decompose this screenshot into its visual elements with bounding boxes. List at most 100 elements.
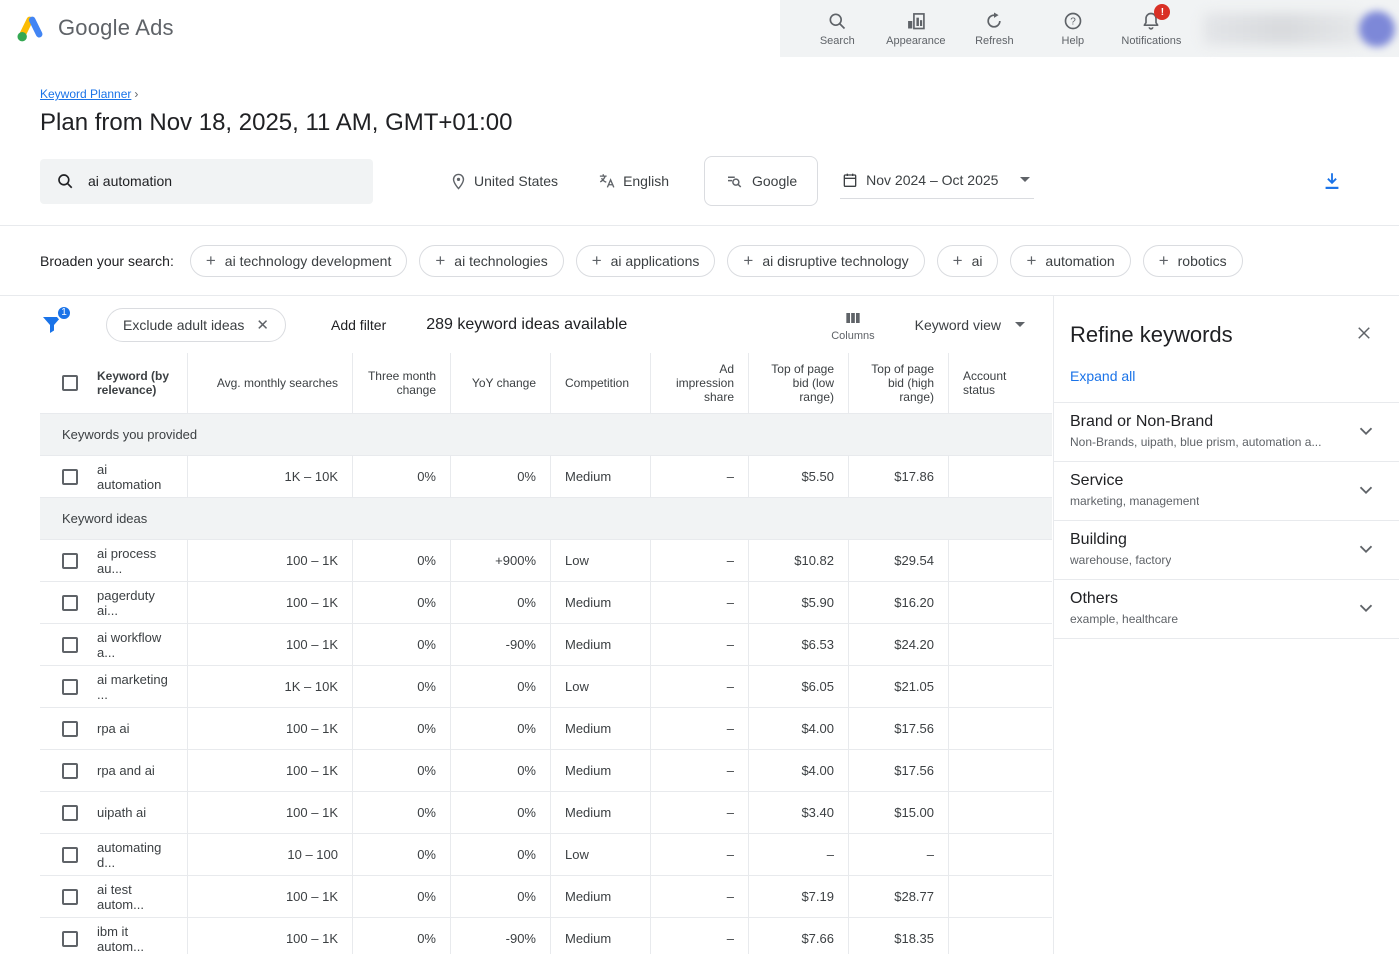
refine-group-building[interactable]: Building warehouse, factory: [1054, 521, 1399, 580]
bid-low-cell: $7.66: [748, 918, 848, 954]
competition-cell: Medium: [550, 750, 650, 791]
expand-all-link[interactable]: Expand all: [1054, 348, 1399, 403]
broaden-keyword-chip[interactable]: + ai technology development: [190, 245, 408, 277]
account-status-cell: [948, 876, 1052, 917]
row-checkbox[interactable]: [62, 469, 78, 485]
appearance-icon: [905, 10, 927, 32]
row-checkbox[interactable]: [62, 679, 78, 695]
broaden-keyword-chip[interactable]: + ai technologies: [419, 245, 563, 277]
three-month-change-cell: 0%: [352, 540, 450, 581]
row-checkbox[interactable]: [62, 637, 78, 653]
keywords-table: Keyword (by relevance) Avg. monthly sear…: [40, 353, 1052, 954]
avg-searches-cell: 100 – 1K: [187, 624, 352, 665]
nav-refresh-button[interactable]: Refresh: [955, 10, 1034, 47]
broaden-keyword-chip[interactable]: + ai applications: [576, 245, 716, 277]
refine-group-brand[interactable]: Brand or Non-Brand Non-Brands, uipath, b…: [1054, 403, 1399, 462]
keyword-row[interactable]: rpa ai 100 – 1K 0% 0% Medium – $4.00 $17…: [40, 708, 1052, 750]
avg-searches-cell: 100 – 1K: [187, 540, 352, 581]
header-competition[interactable]: Competition: [550, 353, 650, 413]
row-checkbox[interactable]: [62, 721, 78, 737]
keyword-row[interactable]: ai process au... 100 – 1K 0% +900% Low –…: [40, 540, 1052, 582]
ad-impression-share-cell: –: [650, 456, 748, 497]
three-month-change-cell: 0%: [352, 666, 450, 707]
header-top-bid-low[interactable]: Top of page bid (low range): [748, 353, 848, 413]
chip-label: ai disruptive technology: [762, 253, 908, 269]
network-selector[interactable]: Google: [704, 156, 818, 206]
keyword-row[interactable]: rpa and ai 100 – 1K 0% 0% Medium – $4.00…: [40, 750, 1052, 792]
row-checkbox[interactable]: [62, 847, 78, 863]
avg-searches-cell: 100 – 1K: [187, 876, 352, 917]
broaden-label: Broaden your search:: [40, 253, 174, 269]
keyword-row[interactable]: automating d... 10 – 100 0% 0% Low – – –: [40, 834, 1052, 876]
filter-funnel-button[interactable]: 1: [40, 312, 66, 338]
broaden-keyword-chip[interactable]: + automation: [1010, 245, 1130, 277]
refine-panel-title: Refine keywords: [1070, 322, 1233, 348]
search-icon: [56, 172, 74, 190]
row-checkbox[interactable]: [62, 889, 78, 905]
header-ad-impression-share[interactable]: Ad impression share: [650, 353, 748, 413]
competition-cell: Low: [550, 540, 650, 581]
exclude-adult-ideas-chip[interactable]: Exclude adult ideas ✕: [106, 308, 286, 342]
keyword-row[interactable]: ai workflow a... 100 – 1K 0% -90% Medium…: [40, 624, 1052, 666]
chip-label: ai technology development: [225, 253, 392, 269]
account-status-cell: [948, 582, 1052, 623]
keyword-row[interactable]: pagerduty ai... 100 – 1K 0% 0% Medium – …: [40, 582, 1052, 624]
keyword-row[interactable]: ai marketing ... 1K – 10K 0% 0% Low – $6…: [40, 666, 1052, 708]
header-three-month-change[interactable]: Three month change: [352, 353, 450, 413]
row-checkbox[interactable]: [62, 931, 78, 947]
close-panel-button[interactable]: [1355, 324, 1373, 347]
keyword-row[interactable]: ai automation 1K – 10K 0% 0% Medium – $5…: [40, 456, 1052, 498]
plus-icon: +: [953, 252, 963, 269]
header-avg-monthly-searches[interactable]: Avg. monthly searches: [187, 353, 352, 413]
row-checkbox[interactable]: [62, 763, 78, 779]
header-yoy-change[interactable]: YoY change: [450, 353, 550, 413]
bid-high-cell: $17.86: [848, 456, 948, 497]
google-ads-logo[interactable]: Google Ads: [14, 13, 174, 43]
bid-high-cell: $17.56: [848, 708, 948, 749]
keyword-row[interactable]: uipath ai 100 – 1K 0% 0% Medium – $3.40 …: [40, 792, 1052, 834]
columns-label: Columns: [831, 330, 874, 342]
nav-appearance-button[interactable]: Appearance: [877, 10, 956, 47]
location-selector[interactable]: United States: [450, 173, 558, 190]
search-network-icon: [725, 172, 743, 190]
row-checkbox[interactable]: [62, 595, 78, 611]
breadcrumb-keyword-planner-link[interactable]: Keyword Planner: [40, 87, 131, 101]
add-filter-button[interactable]: Add filter: [331, 317, 386, 333]
broaden-keyword-chip[interactable]: + ai: [937, 245, 999, 277]
bid-high-cell: $15.00: [848, 792, 948, 833]
plus-icon: +: [1026, 252, 1036, 269]
date-range-selector[interactable]: Nov 2024 – Oct 2025: [840, 163, 1034, 199]
keyword-row[interactable]: ibm it autom... 100 – 1K 0% -90% Medium …: [40, 918, 1052, 954]
refine-group-service[interactable]: Service marketing, management: [1054, 462, 1399, 521]
keyword-row[interactable]: ai test autom... 100 – 1K 0% 0% Medium –…: [40, 876, 1052, 918]
refine-group-others[interactable]: Others example, healthcare: [1054, 580, 1399, 639]
competition-cell: Medium: [550, 624, 650, 665]
keyword-cell: ai process au...: [97, 546, 173, 576]
columns-button[interactable]: Columns: [831, 308, 874, 342]
header-top-bid-high[interactable]: Top of page bid (high range): [848, 353, 948, 413]
close-icon: [1355, 324, 1373, 342]
broaden-keyword-chip[interactable]: + robotics: [1143, 245, 1243, 277]
nav-help-label: Help: [1062, 35, 1085, 47]
avatar[interactable]: [1359, 11, 1395, 47]
row-checkbox[interactable]: [62, 553, 78, 569]
download-button[interactable]: [1321, 170, 1343, 192]
three-month-change-cell: 0%: [352, 624, 450, 665]
select-all-checkbox[interactable]: [62, 375, 78, 391]
nav-search-button[interactable]: Search: [798, 10, 877, 47]
plus-icon: +: [435, 252, 445, 269]
nav-notifications-button[interactable]: ! Notifications: [1112, 10, 1191, 47]
keyword-search-input[interactable]: ai automation: [40, 159, 373, 204]
ad-impression-share-cell: –: [650, 666, 748, 707]
broaden-search-bar: Broaden your search: + ai technology dev…: [0, 225, 1399, 295]
account-info[interactable]: [1203, 7, 1399, 51]
close-icon[interactable]: ✕: [256, 316, 269, 334]
header-account-status[interactable]: Account status: [948, 353, 1052, 413]
refine-keywords-panel: Refine keywords Expand all Brand or Non-…: [1053, 296, 1399, 954]
row-checkbox[interactable]: [62, 805, 78, 821]
three-month-change-cell: 0%: [352, 708, 450, 749]
nav-help-button[interactable]: ? Help: [1034, 10, 1113, 47]
language-selector[interactable]: English: [598, 172, 669, 190]
keyword-view-dropdown[interactable]: Keyword view: [915, 317, 1025, 333]
broaden-keyword-chip[interactable]: + ai disruptive technology: [727, 245, 924, 277]
